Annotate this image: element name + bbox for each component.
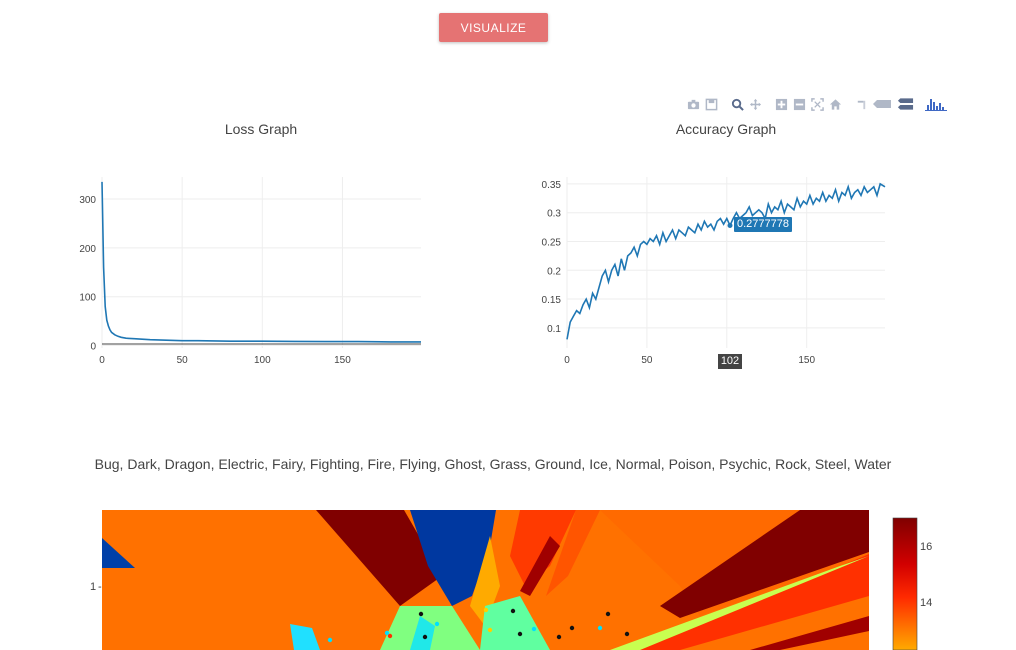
heatmap-ytick: 1 xyxy=(90,581,96,593)
y-tick-label: 0.15 xyxy=(542,295,562,306)
camera-icon[interactable] xyxy=(684,95,702,113)
y-tick-label: 0.35 xyxy=(542,180,562,191)
hover-compare-icon[interactable] xyxy=(894,95,916,113)
colorbar-tick: 14 xyxy=(920,597,932,609)
plotly-logo-icon[interactable] xyxy=(924,95,948,113)
pan-icon[interactable] xyxy=(746,95,764,113)
y-tick-label: 100 xyxy=(79,293,96,304)
loss-graph-title: Loss Graph xyxy=(224,121,298,137)
y-tick-label: 0.1 xyxy=(547,324,561,335)
x-tick-label: 0 xyxy=(564,355,570,366)
y-tick-label: 300 xyxy=(79,195,96,206)
series-line xyxy=(101,181,421,343)
plot-modebar xyxy=(684,95,948,113)
hover-value-tooltip: 0.2777778 xyxy=(734,217,792,232)
x-tick-label: 0 xyxy=(99,355,105,366)
x-tick-label: 150 xyxy=(798,355,815,366)
colorbar-tick: 16 xyxy=(920,541,932,553)
x-tick-label: 50 xyxy=(641,355,653,366)
y-tick-label: 0 xyxy=(90,342,96,353)
x-tick-label: 150 xyxy=(334,355,351,366)
accuracy-graph-title: Accuracy Graph xyxy=(675,121,777,137)
zoom-out-icon[interactable] xyxy=(790,95,808,113)
visualize-button[interactable]: VISUALIZE xyxy=(439,13,548,42)
hover-point xyxy=(727,222,733,228)
y-tick-label: 200 xyxy=(79,244,96,255)
x-tick-label: 100 xyxy=(254,355,271,366)
hover-x-tooltip: 102 xyxy=(718,354,742,369)
reset-axes-icon[interactable] xyxy=(826,95,844,113)
spike-lines-icon[interactable] xyxy=(852,95,870,113)
x-tick-label: 50 xyxy=(177,355,189,366)
classes-list: Bug, Dark, Dragon, Electric, Fairy, Figh… xyxy=(94,456,892,472)
colorbar xyxy=(892,517,918,650)
zoom-in-icon[interactable] xyxy=(772,95,790,113)
autoscale-icon[interactable] xyxy=(808,95,826,113)
y-tick-label: 0.2 xyxy=(547,266,561,277)
y-tick-label: 0.25 xyxy=(542,237,562,248)
series-line xyxy=(566,182,886,340)
loss-graph[interactable]: 0 100 200 300 0 50 100 150 xyxy=(60,165,440,375)
zoom-icon[interactable] xyxy=(728,95,746,113)
y-tick-label: 0.3 xyxy=(547,209,561,220)
svg-text:-: - xyxy=(98,581,102,593)
accuracy-graph[interactable]: 0.10.150.20.250.30.35050100150 xyxy=(520,165,920,375)
hover-closest-icon[interactable] xyxy=(870,95,894,113)
save-icon[interactable] xyxy=(702,95,720,113)
heatmap-regions xyxy=(102,510,869,650)
decision-heatmap[interactable]: 1 - 16 14 xyxy=(80,506,940,650)
